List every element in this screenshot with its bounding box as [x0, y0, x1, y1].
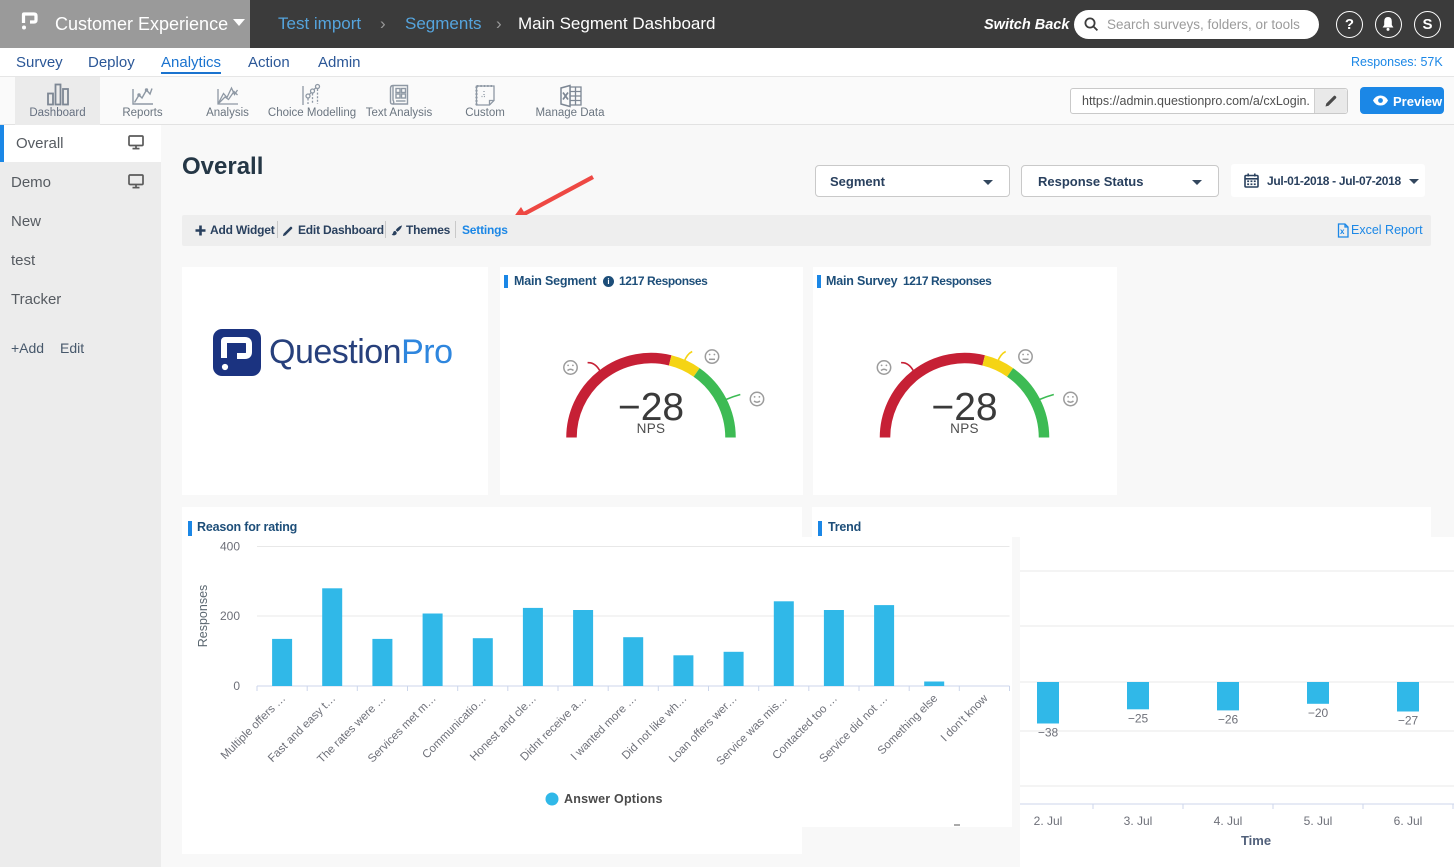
svg-text:2. Jul: 2. Jul	[1034, 814, 1063, 828]
svg-text:−27: −27	[1398, 714, 1419, 728]
svg-text:200: 200	[220, 609, 240, 623]
svg-text:3. Jul: 3. Jul	[1124, 814, 1153, 828]
svg-text:Time: Time	[1241, 833, 1271, 848]
svg-text:5. Jul: 5. Jul	[1304, 814, 1333, 828]
svg-text:6. Jul: 6. Jul	[1394, 814, 1423, 828]
svg-text:0: 0	[233, 679, 240, 693]
svg-text:Answer Options: Answer Options	[564, 792, 663, 806]
svg-text:4. Jul: 4. Jul	[1214, 814, 1243, 828]
svg-text:x: x	[1340, 227, 1345, 236]
svg-text:−20: −20	[1308, 706, 1329, 720]
svg-text:NPS: NPS	[637, 421, 666, 436]
svg-text:−26: −26	[1218, 712, 1239, 726]
svg-text:I don't know: I don't know	[939, 692, 991, 744]
svg-text:400: 400	[220, 540, 240, 554]
svg-text:Responses: Responses	[196, 585, 210, 648]
svg-text:−25: −25	[1128, 711, 1149, 725]
svg-text:NPS: NPS	[950, 421, 979, 436]
svg-text:−38: −38	[1038, 726, 1059, 740]
svg-text:QuestionPro: QuestionPro	[269, 333, 453, 371]
